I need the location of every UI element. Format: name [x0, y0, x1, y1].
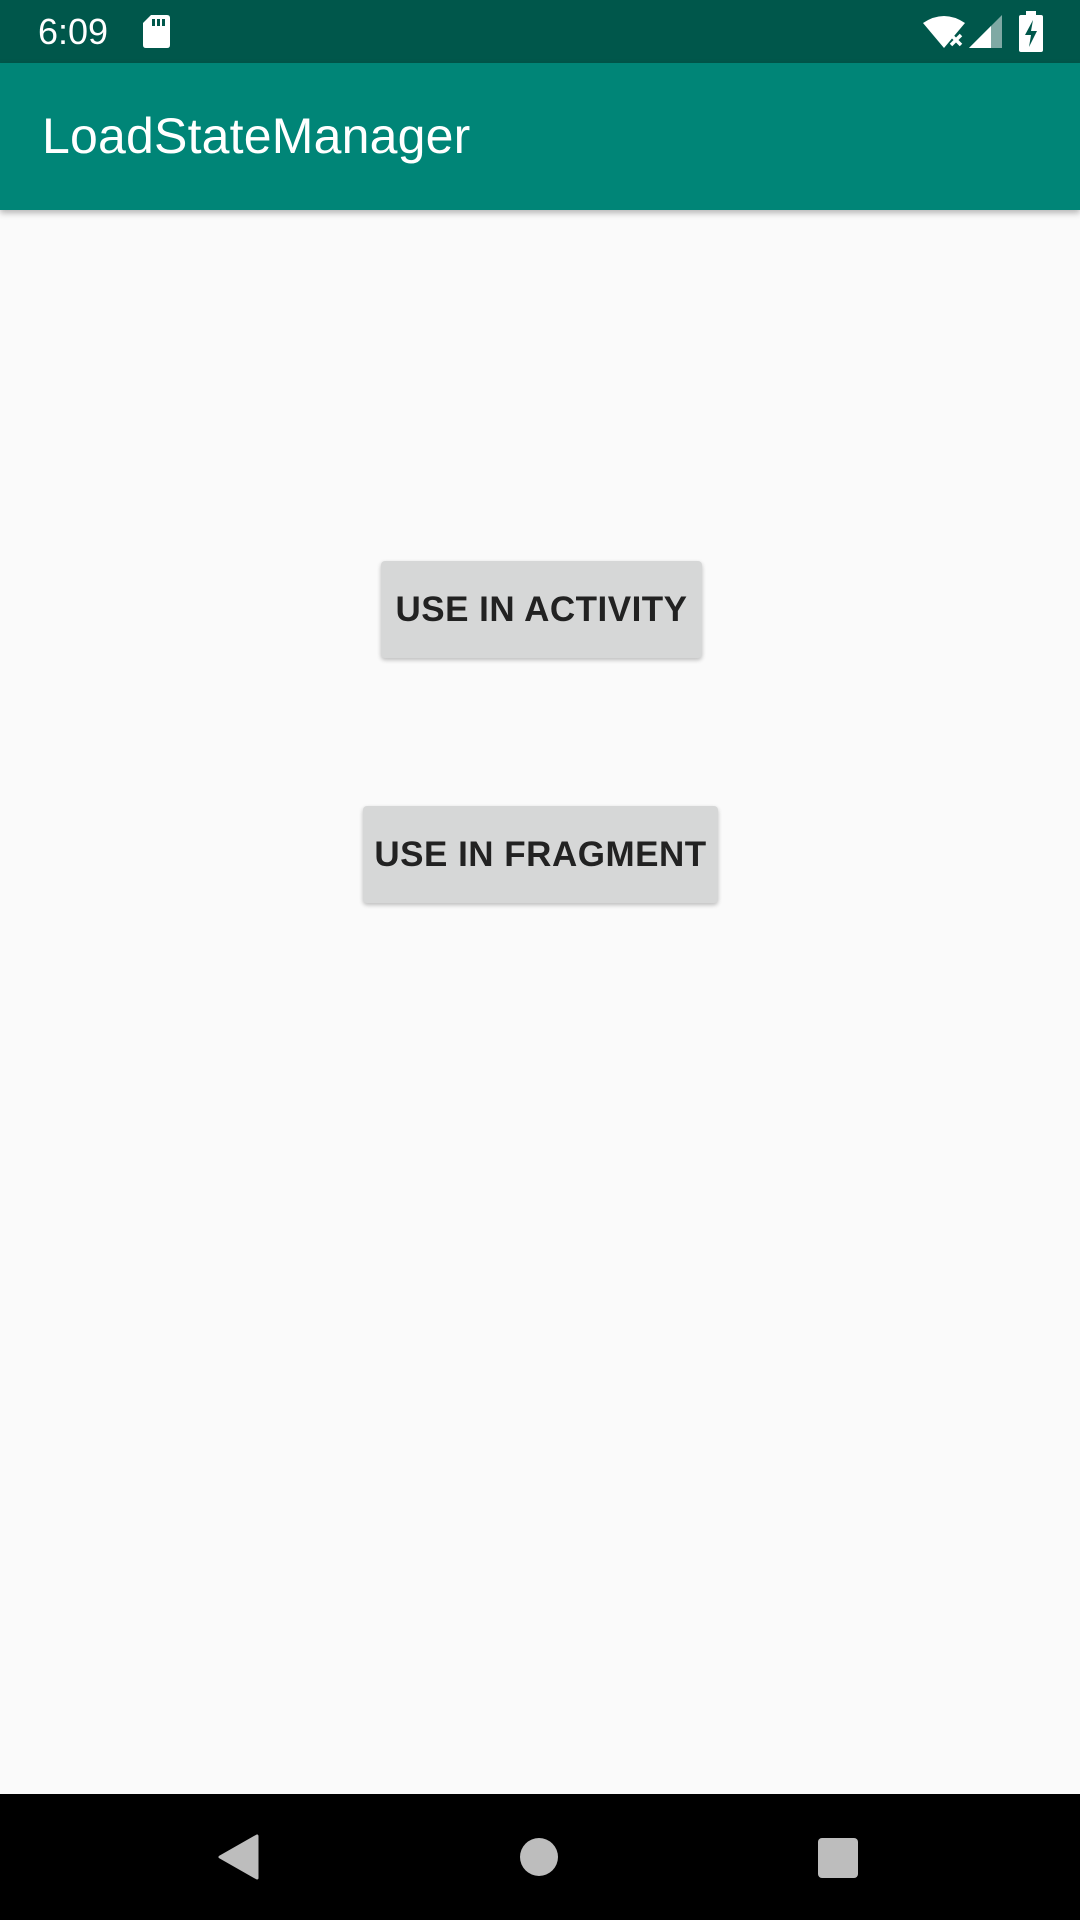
main-content: USE IN ACTIVITY USE IN FRAGMENT	[0, 210, 1080, 1794]
signal-icon	[969, 15, 1002, 48]
home-icon[interactable]	[520, 1838, 558, 1876]
back-icon[interactable]	[217, 1834, 259, 1880]
app-title: LoadStateManager	[42, 108, 471, 164]
app-bar: LoadStateManager	[0, 63, 1080, 210]
status-time: 6:09	[38, 11, 109, 52]
navigation-bar	[0, 1794, 1080, 1920]
recents-icon[interactable]	[818, 1838, 858, 1878]
use-in-fragment-button[interactable]: USE IN FRAGMENT	[363, 806, 718, 903]
wifi-icon	[923, 16, 965, 48]
status-bar: 6:09	[0, 0, 1080, 63]
sd-card-icon	[143, 15, 170, 48]
battery-charging-icon	[1019, 11, 1043, 52]
use-in-activity-button[interactable]: USE IN ACTIVITY	[381, 561, 702, 658]
